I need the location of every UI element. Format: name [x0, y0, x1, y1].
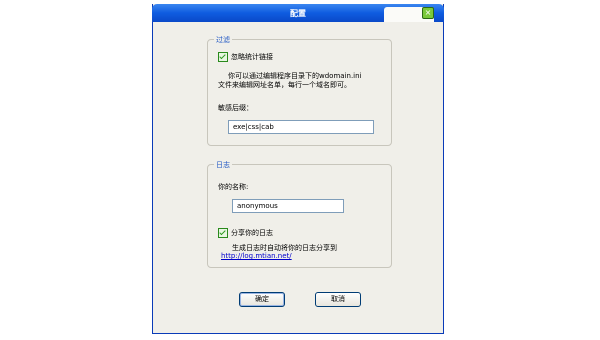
close-icon: × [424, 8, 432, 17]
share-log-checkbox[interactable] [218, 228, 228, 238]
share-log-label: 分享你的日志 [231, 229, 273, 237]
share-link[interactable]: http://log.mtian.net/ [221, 252, 292, 260]
title-bar: 配置 × [152, 4, 444, 22]
cancel-button[interactable]: 取消 [315, 292, 361, 307]
share-log-row[interactable]: 分享你的日志 [218, 228, 273, 238]
ignore-stats-label: 忽略统计链接 [231, 53, 273, 61]
ignore-stats-checkbox[interactable] [218, 52, 228, 62]
name-label: 你的名称: [218, 183, 249, 191]
sensitive-suffix-input[interactable] [228, 120, 374, 134]
filter-description-line2: 文件来编辑网址名单，每行一个域名即可。 [218, 81, 351, 89]
sensitive-suffix-label: 敏感后缀： [218, 104, 253, 112]
config-dialog: 配置 × 过滤 忽略统计链接 你可以通过编辑程序目录下的wdomain.ini … [152, 4, 444, 334]
log-group: 日志 你的名称: 分享你的日志 生成日志时自动将你的日志分享到 http://l… [207, 160, 392, 268]
close-button[interactable]: × [422, 7, 434, 19]
filter-legend: 过滤 [214, 35, 232, 45]
log-legend: 日志 [214, 160, 232, 170]
ignore-stats-row[interactable]: 忽略统计链接 [218, 52, 273, 62]
filter-group: 过滤 忽略统计链接 你可以通过编辑程序目录下的wdomain.ini 文件来编辑… [207, 35, 392, 146]
name-input[interactable] [232, 199, 344, 213]
ok-button[interactable]: 确定 [239, 292, 285, 307]
